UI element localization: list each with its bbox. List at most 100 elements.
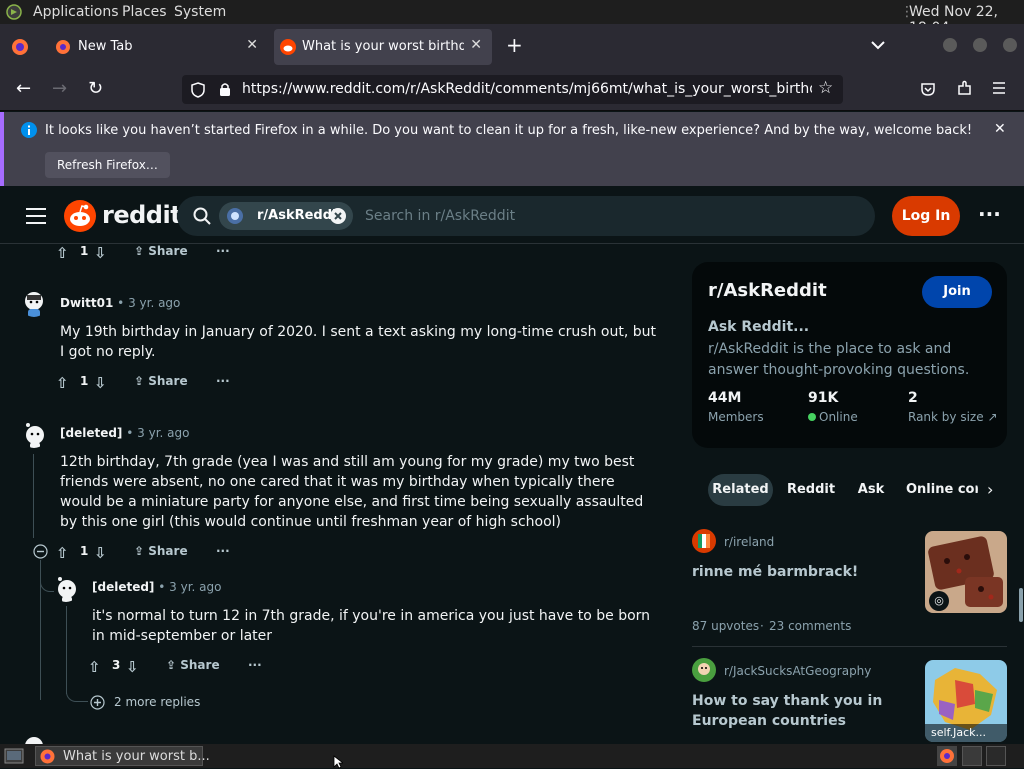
- padlock-icon[interactable]: [219, 82, 231, 97]
- thread-line[interactable]: [66, 606, 67, 694]
- upvote-icon[interactable]: ⇧: [88, 658, 101, 676]
- url-text[interactable]: https://www.reddit.com/r/AskReddit/comme…: [242, 81, 812, 97]
- pill-reddit[interactable]: Reddit: [785, 474, 837, 506]
- tab-worst-birthday[interactable]: What is your worst birthday ✕: [274, 29, 492, 65]
- close-window-icon[interactable]: [1003, 38, 1017, 52]
- downvote-icon[interactable]: ⇩: [94, 244, 107, 262]
- show-desktop-icon[interactable]: [4, 747, 24, 765]
- pill-related[interactable]: Related: [708, 474, 773, 506]
- more-replies-label: 2 more replies: [114, 695, 201, 709]
- pill-online-com[interactable]: Online com: [906, 474, 978, 506]
- search-placeholder[interactable]: Search in r/AskReddit: [365, 208, 515, 224]
- pill-ask[interactable]: Ask: [852, 474, 890, 506]
- collapse-thread-icon[interactable]: [33, 544, 48, 559]
- applications-menu[interactable]: Applications: [33, 4, 119, 20]
- thumbnail-label: self.Jack...: [925, 724, 1007, 742]
- comment-body: it's normal to turn 12 in 7th grade, if …: [92, 608, 651, 644]
- list-all-tabs-chevron-icon[interactable]: [871, 40, 885, 50]
- ireland-subreddit-icon[interactable]: [692, 529, 716, 553]
- close-notification-icon[interactable]: ✕: [994, 121, 1006, 137]
- online-count: 91K: [808, 390, 839, 406]
- firefox-view-icon[interactable]: [11, 38, 29, 56]
- workspace-2[interactable]: [986, 746, 1006, 766]
- related-subreddit[interactable]: r/JackSucksAtGeography: [724, 664, 871, 678]
- share-button[interactable]: ⇪ Share: [166, 658, 220, 672]
- tab-title: New Tab: [78, 39, 133, 54]
- tracking-shield-icon[interactable]: [191, 82, 205, 98]
- share-button[interactable]: ⇪ Share: [134, 374, 188, 388]
- gnome-foot-icon[interactable]: [6, 4, 22, 20]
- log-in-button[interactable]: Log In: [892, 196, 960, 236]
- related-post-title[interactable]: How to say thank you in European countri…: [692, 691, 912, 731]
- comment-more-icon[interactable]: ···: [216, 374, 230, 388]
- navigation-bar: ← → ↻ https://www.reddit.com/r/AskReddit…: [0, 69, 1024, 111]
- subreddit-chip[interactable]: r/AskReddit: [219, 202, 353, 230]
- comment-age[interactable]: • 3 yr. ago: [126, 426, 189, 440]
- workspace-1[interactable]: [962, 746, 982, 766]
- pocket-icon[interactable]: [920, 81, 936, 97]
- comment-author[interactable]: Dwitt01: [60, 296, 113, 310]
- upvote-icon[interactable]: ⇧: [56, 544, 69, 562]
- downvote-icon[interactable]: ⇩: [94, 374, 107, 392]
- join-button[interactable]: Join: [922, 276, 992, 308]
- upvote-icon[interactable]: ⇧: [56, 244, 69, 262]
- thread-line[interactable]: [33, 454, 34, 538]
- user-avatar[interactable]: [20, 289, 48, 317]
- system-menu[interactable]: System: [174, 4, 226, 20]
- comment-age[interactable]: • 3 yr. ago: [158, 580, 221, 594]
- rank-label[interactable]: Rank by size ↗: [908, 410, 998, 424]
- downvote-icon[interactable]: ⇩: [126, 658, 139, 676]
- europe-map-thumbnail[interactable]: self.Jack...: [925, 660, 1007, 742]
- close-tab-icon[interactable]: ✕: [246, 37, 258, 53]
- barmbrack-thumbnail[interactable]: ◎: [925, 531, 1007, 613]
- deleted-user-avatar: [26, 423, 44, 448]
- comment-more-icon[interactable]: ···: [216, 544, 230, 558]
- downvote-icon[interactable]: ⇩: [94, 544, 107, 562]
- bookmark-star-icon[interactable]: ☆: [818, 78, 833, 98]
- places-menu[interactable]: Places: [122, 4, 167, 20]
- forward-arrow-icon[interactable]: →: [52, 78, 67, 99]
- tab-title: What is your worst birthday: [302, 39, 464, 54]
- subreddit-name[interactable]: r/AskReddit: [708, 280, 827, 301]
- comment-more-icon[interactable]: ···: [248, 658, 262, 672]
- menu-icon[interactable]: [25, 207, 47, 225]
- taskbar-firefox-window[interactable]: What is your worst b...: [35, 746, 210, 766]
- share-button[interactable]: ⇪ Share: [134, 244, 188, 258]
- external-link-icon: ↗: [987, 410, 998, 424]
- subreddit-search-box[interactable]: r/AskReddit Search in r/AskReddit: [177, 196, 875, 236]
- askreddit-avatar-icon: [227, 208, 243, 224]
- url-bar[interactable]: https://www.reddit.com/r/AskReddit/comme…: [182, 75, 843, 104]
- share-button[interactable]: ⇪ Share: [134, 544, 188, 558]
- tab-new-tab[interactable]: New Tab ✕: [46, 29, 268, 65]
- comment-meta: [deleted] • 3 yr. ago: [60, 426, 189, 440]
- jacksucksatgeography-subreddit-icon[interactable]: [692, 658, 716, 682]
- upvote-icon[interactable]: ⇧: [56, 374, 69, 392]
- remove-chip-icon[interactable]: [329, 207, 347, 225]
- comment-more-icon[interactable]: ···: [216, 244, 230, 258]
- related-subreddit[interactable]: r/ireland: [724, 535, 774, 549]
- more-options-icon[interactable]: ···: [978, 202, 1001, 226]
- page-scrollbar-thumb[interactable]: [1019, 588, 1023, 622]
- extensions-puzzle-icon[interactable]: [956, 80, 973, 97]
- comment-meta: [deleted] • 3 yr. ago: [92, 580, 221, 594]
- reddit-header: reddit r/AskReddit Search in r/AskReddit…: [0, 188, 1024, 244]
- maximize-window-icon[interactable]: [973, 38, 987, 52]
- firefox-tray-icon[interactable]: [937, 746, 957, 766]
- share-icon: ⇪: [134, 244, 145, 258]
- related-post-title[interactable]: rinne mé barmbrack!: [692, 562, 912, 582]
- pills-next-chevron-icon[interactable]: ›: [987, 480, 993, 499]
- close-tab-icon[interactable]: ✕: [470, 37, 482, 53]
- new-tab-plus-icon[interactable]: +: [506, 33, 523, 57]
- separator-dot: ·: [760, 619, 764, 633]
- share-label: Share: [148, 544, 188, 558]
- hamburger-menu-icon[interactable]: [992, 82, 1006, 94]
- reddit-wordmark[interactable]: reddit: [102, 201, 182, 229]
- reload-icon[interactable]: ↻: [88, 78, 103, 99]
- back-arrow-icon[interactable]: ←: [16, 78, 31, 99]
- reddit-logo-icon[interactable]: [64, 200, 96, 232]
- refresh-firefox-button[interactable]: Refresh Firefox…: [45, 152, 170, 178]
- subreddit-description: r/AskReddit is the place to ask and answ…: [708, 341, 970, 378]
- comment-age[interactable]: • 3 yr. ago: [117, 296, 180, 310]
- related-upvotes: 87 upvotes: [692, 619, 760, 633]
- minimize-window-icon[interactable]: [943, 38, 957, 52]
